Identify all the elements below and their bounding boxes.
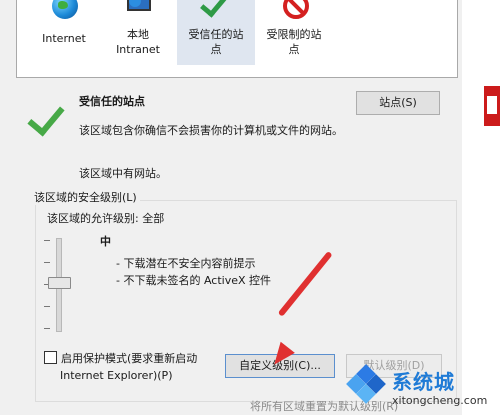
- slider-tick: [44, 262, 50, 263]
- zone-label: 受信任的站 点: [188, 28, 244, 56]
- zone-title: 受信任的站点: [79, 95, 145, 108]
- zone-label: 受限制的站 点: [266, 28, 322, 56]
- security-level-name: 中: [100, 235, 111, 248]
- slider-tick: [44, 328, 50, 329]
- level-desc-line: - 不下载未签名的 ActiveX 控件: [116, 274, 272, 287]
- zone-description: 该区域包含你确信不会损害你的计算机或文件的网站。: [79, 124, 343, 137]
- protected-mode-label-2: Internet Explorer)(P): [60, 369, 173, 382]
- watermark-url: xitongcheng.com: [392, 394, 488, 407]
- security-group-label: 该区域的安全级别(L): [31, 189, 140, 205]
- slider-tick: [44, 306, 50, 307]
- local-intranet-icon: [123, 0, 153, 25]
- security-level-description: - 下载潜在不安全内容前提示 - 不下载未签名的 ActiveX 控件: [116, 255, 271, 289]
- checkmark-icon: [200, 0, 231, 25]
- protected-mode-option[interactable]: 启用保护模式(要求重新启动 Internet Explorer)(P): [44, 350, 197, 384]
- internet-options-dialog: Internet 本地 Intranet 受信任的站 点 受限制的站 点 受信任…: [0, 0, 462, 415]
- background-red-icon: [484, 86, 500, 126]
- trusted-checkmark-icon: [27, 97, 65, 137]
- zone-label: 本地 Intranet: [116, 28, 160, 56]
- zone-has-sites: 该区域中有网站。: [79, 167, 167, 180]
- slider-tick: [44, 240, 50, 241]
- security-slider-thumb[interactable]: [48, 277, 71, 289]
- watermark-logo-icon: [346, 364, 386, 404]
- zone-list: Internet 本地 Intranet 受信任的站 点 受限制的站 点: [16, 0, 458, 78]
- zone-local-intranet[interactable]: 本地 Intranet: [99, 0, 177, 65]
- watermark-brand: 系统城: [392, 370, 455, 394]
- restricted-icon: [279, 0, 309, 25]
- protected-mode-checkbox[interactable]: [44, 351, 57, 364]
- allowed-levels: 该区域的允许级别: 全部: [47, 212, 165, 225]
- level-desc-line: - 下载潜在不安全内容前提示: [116, 257, 256, 270]
- zone-restricted-sites[interactable]: 受限制的站 点: [255, 0, 333, 65]
- zone-internet[interactable]: Internet: [25, 0, 103, 65]
- background-window: [462, 0, 500, 415]
- zone-label: Internet: [42, 32, 86, 45]
- sites-button[interactable]: 站点(S): [356, 91, 440, 115]
- zone-trusted-sites[interactable]: 受信任的站 点: [177, 0, 255, 65]
- protected-mode-label: 启用保护模式(要求重新启动: [61, 352, 198, 365]
- globe-icon: [49, 0, 79, 25]
